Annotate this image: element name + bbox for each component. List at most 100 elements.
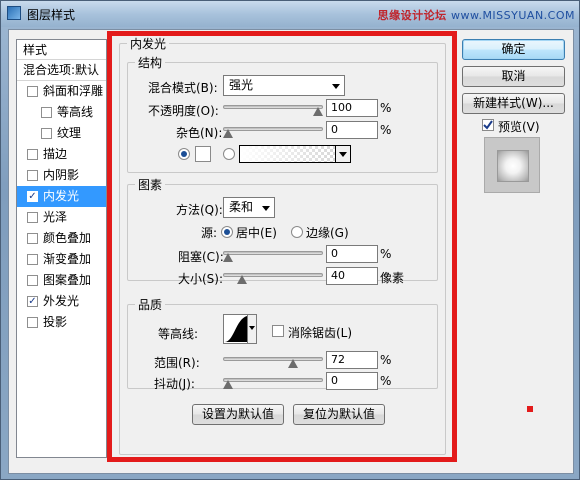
- preview-checkbox[interactable]: [482, 119, 494, 131]
- style-checkbox[interactable]: [27, 233, 38, 244]
- slider-track: [223, 251, 323, 255]
- style-item[interactable]: ✓ 内发光: [17, 186, 106, 207]
- size-unit: 像素: [380, 271, 405, 285]
- choke-input[interactable]: 0: [326, 245, 378, 263]
- range-label: 范围(R):: [154, 356, 200, 370]
- style-item[interactable]: 纹理: [17, 123, 106, 144]
- structure-legend: 结构: [135, 54, 166, 71]
- watermark-brand: 思缘设计论坛: [377, 9, 447, 22]
- solid-color-radio[interactable]: [178, 148, 190, 160]
- size-slider[interactable]: [223, 270, 323, 284]
- style-item[interactable]: 斜面和浮雕: [17, 81, 106, 102]
- noise-unit: %: [380, 123, 392, 137]
- opacity-input[interactable]: 100: [326, 99, 378, 117]
- style-item-label: 斜面和浮雕: [43, 84, 104, 98]
- style-item[interactable]: 图案叠加: [17, 270, 106, 291]
- contour-picker[interactable]: [223, 314, 257, 344]
- style-checkbox[interactable]: [27, 149, 38, 160]
- glow-color-swatch[interactable]: [195, 146, 211, 162]
- antialias-label[interactable]: 消除锯齿(L): [288, 324, 352, 341]
- noise-input[interactable]: 0: [326, 121, 378, 139]
- range-input[interactable]: 72: [326, 351, 378, 369]
- method-select[interactable]: 柔和: [223, 197, 275, 218]
- blend-options-item[interactable]: 混合选项:默认: [17, 60, 106, 81]
- style-item[interactable]: 内阴影: [17, 165, 106, 186]
- watermark-url: www.MISSYUAN.COM: [450, 9, 575, 22]
- gradient-radio[interactable]: [223, 148, 235, 160]
- elements-legend: 图素: [135, 176, 166, 193]
- jitter-slider[interactable]: [223, 375, 323, 389]
- blend-mode-value: 强光: [229, 78, 254, 92]
- style-item[interactable]: 描边: [17, 144, 106, 165]
- gradient-picker[interactable]: [239, 145, 351, 163]
- style-item[interactable]: 渐变叠加: [17, 249, 106, 270]
- opacity-slider[interactable]: [223, 102, 323, 116]
- style-preview-swatch: [497, 150, 529, 182]
- style-item-label: 外发光: [43, 294, 80, 308]
- style-item-label: 等高线: [57, 105, 94, 119]
- source-label: 源:: [201, 226, 218, 240]
- source-center-label[interactable]: 居中(E): [236, 224, 277, 241]
- slider-track: [223, 105, 323, 109]
- title-bar[interactable]: 图层样式 思缘设计论坛 www.MISSYUAN.COM: [1, 1, 579, 27]
- slider-thumb[interactable]: [313, 107, 323, 116]
- antialias-checkbox[interactable]: [272, 325, 284, 337]
- styles-header[interactable]: 样式: [17, 40, 106, 60]
- checkmark-icon: [483, 120, 493, 130]
- style-checkbox[interactable]: [27, 212, 38, 223]
- set-default-button[interactable]: 设置为默认值: [192, 404, 284, 425]
- size-input[interactable]: 40: [326, 267, 378, 285]
- new-style-button[interactable]: 新建样式(W)...: [462, 93, 565, 114]
- window-title: 图层样式: [27, 8, 76, 22]
- source-edge-radio[interactable]: [291, 226, 303, 238]
- style-checkbox[interactable]: [27, 254, 38, 265]
- style-item[interactable]: 等高线: [17, 102, 106, 123]
- cancel-button[interactable]: 取消: [462, 66, 565, 87]
- style-checkbox[interactable]: [27, 275, 38, 286]
- preview-label[interactable]: 预览(V): [498, 118, 540, 135]
- choke-label: 阻塞(C):: [178, 250, 224, 264]
- slider-track: [223, 127, 323, 131]
- choke-unit: %: [380, 247, 392, 261]
- slider-thumb[interactable]: [223, 129, 233, 138]
- chevron-down-icon[interactable]: [335, 146, 350, 162]
- slider-thumb[interactable]: [223, 253, 233, 262]
- chevron-down-icon: [332, 84, 340, 89]
- slider-thumb[interactable]: [237, 275, 248, 284]
- style-checkbox[interactable]: [41, 107, 52, 118]
- style-item-label: 纹理: [57, 126, 82, 140]
- jitter-label: 抖动(J):: [154, 377, 195, 391]
- choke-slider[interactable]: [223, 248, 323, 262]
- blend-mode-select[interactable]: 强光: [223, 75, 345, 96]
- source-edge-label[interactable]: 边缘(G): [306, 224, 349, 241]
- style-item-label: 光泽: [43, 210, 68, 224]
- style-item-label: 内阴影: [43, 168, 80, 182]
- watermark: 思缘设计论坛 www.MISSYUAN.COM: [378, 7, 575, 23]
- style-item[interactable]: 投影: [17, 312, 106, 333]
- style-checkbox[interactable]: ✓: [27, 296, 38, 307]
- style-checkbox[interactable]: ✓: [27, 191, 38, 202]
- jitter-input[interactable]: 0: [326, 372, 378, 390]
- ok-button[interactable]: 确定: [462, 39, 565, 60]
- dialog-client-area: 样式 混合选项:默认 斜面和浮雕等高线纹理描边内阴影 ✓ 内发光光泽颜色叠加 渐变叠加…: [8, 29, 574, 474]
- style-item[interactable]: 颜色叠加: [17, 228, 106, 249]
- range-slider[interactable]: [223, 354, 323, 368]
- noise-slider[interactable]: [223, 124, 323, 138]
- style-checkbox[interactable]: [27, 317, 38, 328]
- styles-list: 样式 混合选项:默认 斜面和浮雕等高线纹理描边内阴影 ✓ 内发光光泽颜色叠加 渐变叠加…: [16, 39, 107, 458]
- slider-thumb[interactable]: [287, 359, 298, 368]
- contour-label: 等高线:: [158, 327, 199, 341]
- style-item-label: 内发光: [43, 189, 80, 203]
- contour-curve-icon: [224, 315, 248, 343]
- style-item[interactable]: ✓ 外发光: [17, 291, 106, 312]
- reset-default-button[interactable]: 复位为默认值: [293, 404, 385, 425]
- style-checkbox[interactable]: [27, 86, 38, 97]
- source-center-radio[interactable]: [221, 226, 233, 238]
- chevron-down-icon[interactable]: [247, 314, 257, 344]
- style-checkbox[interactable]: [27, 170, 38, 181]
- style-checkbox[interactable]: [41, 128, 52, 139]
- style-item[interactable]: 光泽: [17, 207, 106, 228]
- gradient-preview: [240, 146, 334, 162]
- layer-style-window: 图层样式 思缘设计论坛 www.MISSYUAN.COM 样式 混合选项:默认 …: [0, 0, 580, 480]
- slider-thumb[interactable]: [223, 380, 233, 389]
